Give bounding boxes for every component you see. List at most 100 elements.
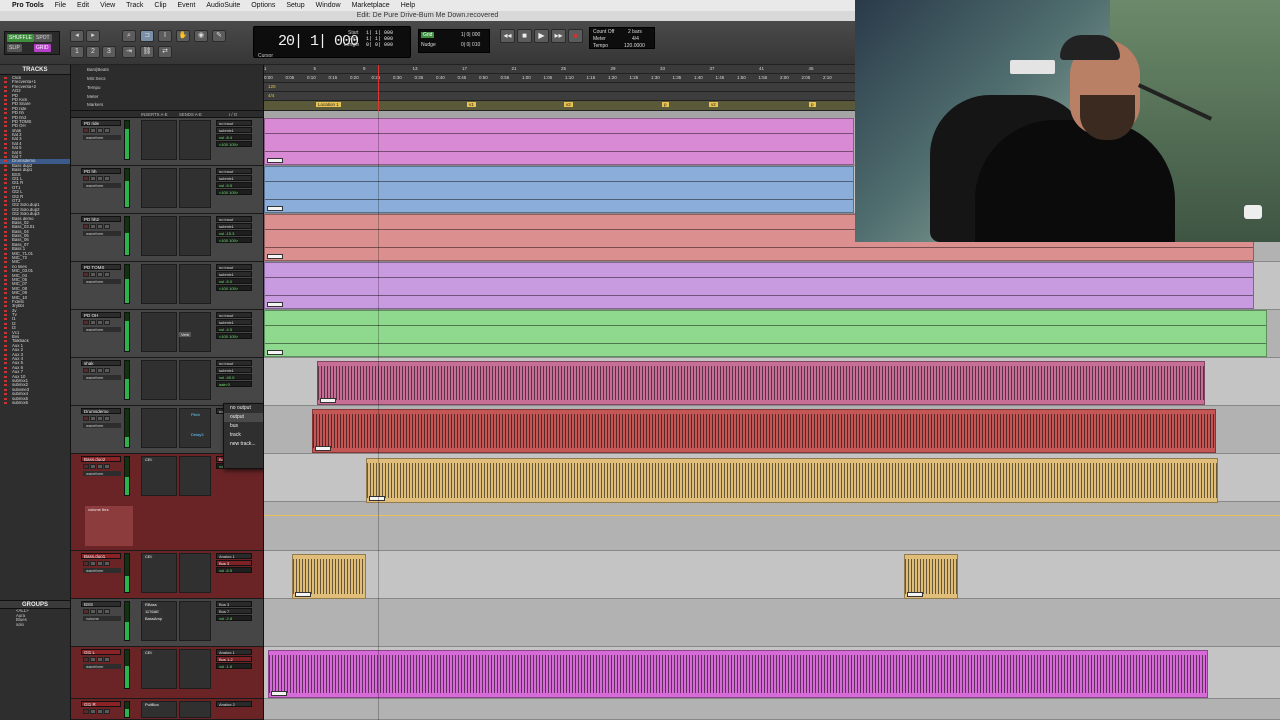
mute-button[interactable] bbox=[104, 464, 110, 469]
insert-plugin[interactable]: CEt bbox=[143, 650, 154, 655]
track-show-hide-icon[interactable] bbox=[4, 388, 7, 391]
track-show-hide-icon[interactable] bbox=[4, 107, 7, 110]
track-show-hide-icon[interactable] bbox=[4, 371, 7, 374]
play-icon[interactable]: ▶ bbox=[534, 29, 549, 43]
track-show-hide-icon[interactable] bbox=[4, 226, 7, 229]
input-selector[interactable]: no input bbox=[216, 264, 252, 270]
inserts-slots[interactable] bbox=[141, 456, 177, 496]
mute-button[interactable] bbox=[104, 176, 110, 181]
pan-display[interactable]: <100 100> bbox=[216, 333, 252, 339]
clip-bass-dup2[interactable] bbox=[366, 458, 1218, 503]
menu-clip[interactable]: Clip bbox=[154, 2, 166, 9]
track-show-hide-icon[interactable] bbox=[4, 379, 7, 382]
track-show-hide-icon[interactable] bbox=[4, 274, 7, 277]
group-item[interactable]: solo bbox=[0, 622, 70, 628]
track-show-hide-icon[interactable] bbox=[4, 318, 7, 321]
track-show-hide-icon[interactable] bbox=[4, 283, 7, 286]
menu-setup[interactable]: Setup bbox=[286, 2, 304, 9]
solo-button[interactable] bbox=[97, 368, 103, 373]
track-show-hide-icon[interactable] bbox=[4, 248, 7, 251]
solo-button[interactable] bbox=[97, 224, 103, 229]
mode-grid[interactable]: GRID bbox=[34, 44, 51, 52]
output-selector[interactable]: submix1 bbox=[216, 223, 252, 229]
solo-button[interactable] bbox=[97, 416, 103, 421]
input-monitor-button[interactable] bbox=[90, 609, 96, 614]
track-show-hide-icon[interactable] bbox=[4, 164, 7, 167]
inserts-slots[interactable] bbox=[141, 168, 177, 208]
track-name[interactable]: PD TOMS bbox=[81, 264, 121, 270]
track-show-hide-icon[interactable] bbox=[4, 353, 7, 356]
sends-slots[interactable] bbox=[179, 168, 211, 208]
input-monitor-button[interactable] bbox=[90, 176, 96, 181]
track-show-hide-icon[interactable] bbox=[4, 199, 7, 202]
inserts-slots[interactable] bbox=[141, 601, 177, 641]
record-enable-button[interactable] bbox=[83, 320, 89, 325]
solo-button[interactable] bbox=[97, 464, 103, 469]
track-show-hide-icon[interactable] bbox=[4, 85, 7, 88]
menu-marketplace[interactable]: Marketplace bbox=[352, 2, 390, 9]
track-view-selector[interactable]: waveform bbox=[83, 135, 121, 140]
marker[interactable]: v2 bbox=[709, 102, 718, 107]
track-show-hide-icon[interactable] bbox=[4, 177, 7, 180]
record-enable-button[interactable] bbox=[83, 416, 89, 421]
volume-display[interactable]: vol -2.8 bbox=[216, 615, 252, 621]
track-lane[interactable] bbox=[264, 699, 1280, 720]
volume-display[interactable]: vol -4.5 bbox=[216, 326, 252, 332]
track-show-hide-icon[interactable] bbox=[4, 230, 7, 233]
marker[interactable]: p bbox=[809, 102, 816, 107]
track-show-hide-icon[interactable] bbox=[4, 208, 7, 211]
track-show-hide-icon[interactable] bbox=[4, 393, 7, 396]
clip-gain-icon[interactable] bbox=[267, 206, 283, 211]
track-view-selector[interactable]: waveform bbox=[83, 568, 121, 573]
track-show-hide-icon[interactable] bbox=[4, 173, 7, 176]
mirror-midi-icon[interactable]: ⇄ bbox=[158, 46, 172, 58]
track-name[interactable]: shak bbox=[81, 360, 121, 366]
input-selector[interactable]: no input bbox=[216, 216, 252, 222]
solo-button[interactable] bbox=[97, 609, 103, 614]
track-name[interactable]: PD ride bbox=[81, 120, 121, 126]
pan-display[interactable]: <100 100> bbox=[216, 189, 252, 195]
track-show-hide-icon[interactable] bbox=[4, 191, 7, 194]
track-view-selector[interactable]: waveform bbox=[83, 423, 121, 428]
record-enable-button[interactable] bbox=[83, 657, 89, 662]
menu-options[interactable]: Options bbox=[251, 2, 275, 9]
tab-to-transient-icon[interactable]: ⇥ bbox=[122, 46, 136, 58]
track-show-hide-icon[interactable] bbox=[4, 90, 7, 93]
track-show-hide-icon[interactable] bbox=[4, 103, 7, 106]
inserts-slots[interactable] bbox=[141, 264, 177, 304]
send-slot[interactable]: Delay3 bbox=[189, 432, 205, 437]
input-monitor-button[interactable] bbox=[90, 561, 96, 566]
sends-slots[interactable] bbox=[179, 120, 211, 160]
clip-pd-ride[interactable] bbox=[264, 118, 854, 165]
track-list-item[interactable]: submix6 bbox=[0, 401, 70, 405]
mute-button[interactable] bbox=[104, 368, 110, 373]
clip-gt1-l[interactable] bbox=[268, 650, 1208, 698]
input-selector[interactable]: no input bbox=[216, 312, 252, 318]
count-off-label[interactable]: Count Off bbox=[593, 29, 614, 35]
zoom-out-button[interactable]: ◂ bbox=[70, 30, 84, 42]
input-selector[interactable]: Analog 1 bbox=[216, 553, 252, 559]
track-header[interactable]: Gt1 R Analog 2 PultBox bbox=[71, 699, 263, 720]
inserts-slots[interactable] bbox=[141, 408, 177, 448]
track-show-hide-icon[interactable] bbox=[4, 305, 7, 308]
track-show-hide-icon[interactable] bbox=[4, 344, 7, 347]
record-enable-button[interactable] bbox=[83, 224, 89, 229]
record-enable-button[interactable] bbox=[83, 464, 89, 469]
track-show-hide-icon[interactable] bbox=[4, 270, 7, 273]
inserts-slots[interactable] bbox=[141, 649, 177, 689]
selector-tool-icon[interactable]: I bbox=[158, 30, 172, 42]
track-show-hide-icon[interactable] bbox=[4, 77, 7, 79]
track-show-hide-icon[interactable] bbox=[4, 265, 7, 268]
track-show-hide-icon[interactable] bbox=[4, 213, 7, 216]
output-selector[interactable]: submix1 bbox=[216, 127, 252, 133]
menu-bus[interactable]: bus▸ bbox=[224, 422, 263, 431]
track-show-hide-icon[interactable] bbox=[4, 151, 7, 154]
track-show-hide-icon[interactable] bbox=[4, 401, 7, 404]
volume-display[interactable]: vol -9.5 bbox=[216, 182, 252, 188]
mute-button[interactable] bbox=[104, 224, 110, 229]
track-show-hide-icon[interactable] bbox=[4, 156, 7, 159]
track-show-hide-icon[interactable] bbox=[4, 204, 7, 207]
nudge-value[interactable]: 0| 0| 010 bbox=[461, 42, 480, 48]
input-monitor-button[interactable] bbox=[90, 272, 96, 277]
inserts-slots[interactable] bbox=[141, 360, 177, 400]
